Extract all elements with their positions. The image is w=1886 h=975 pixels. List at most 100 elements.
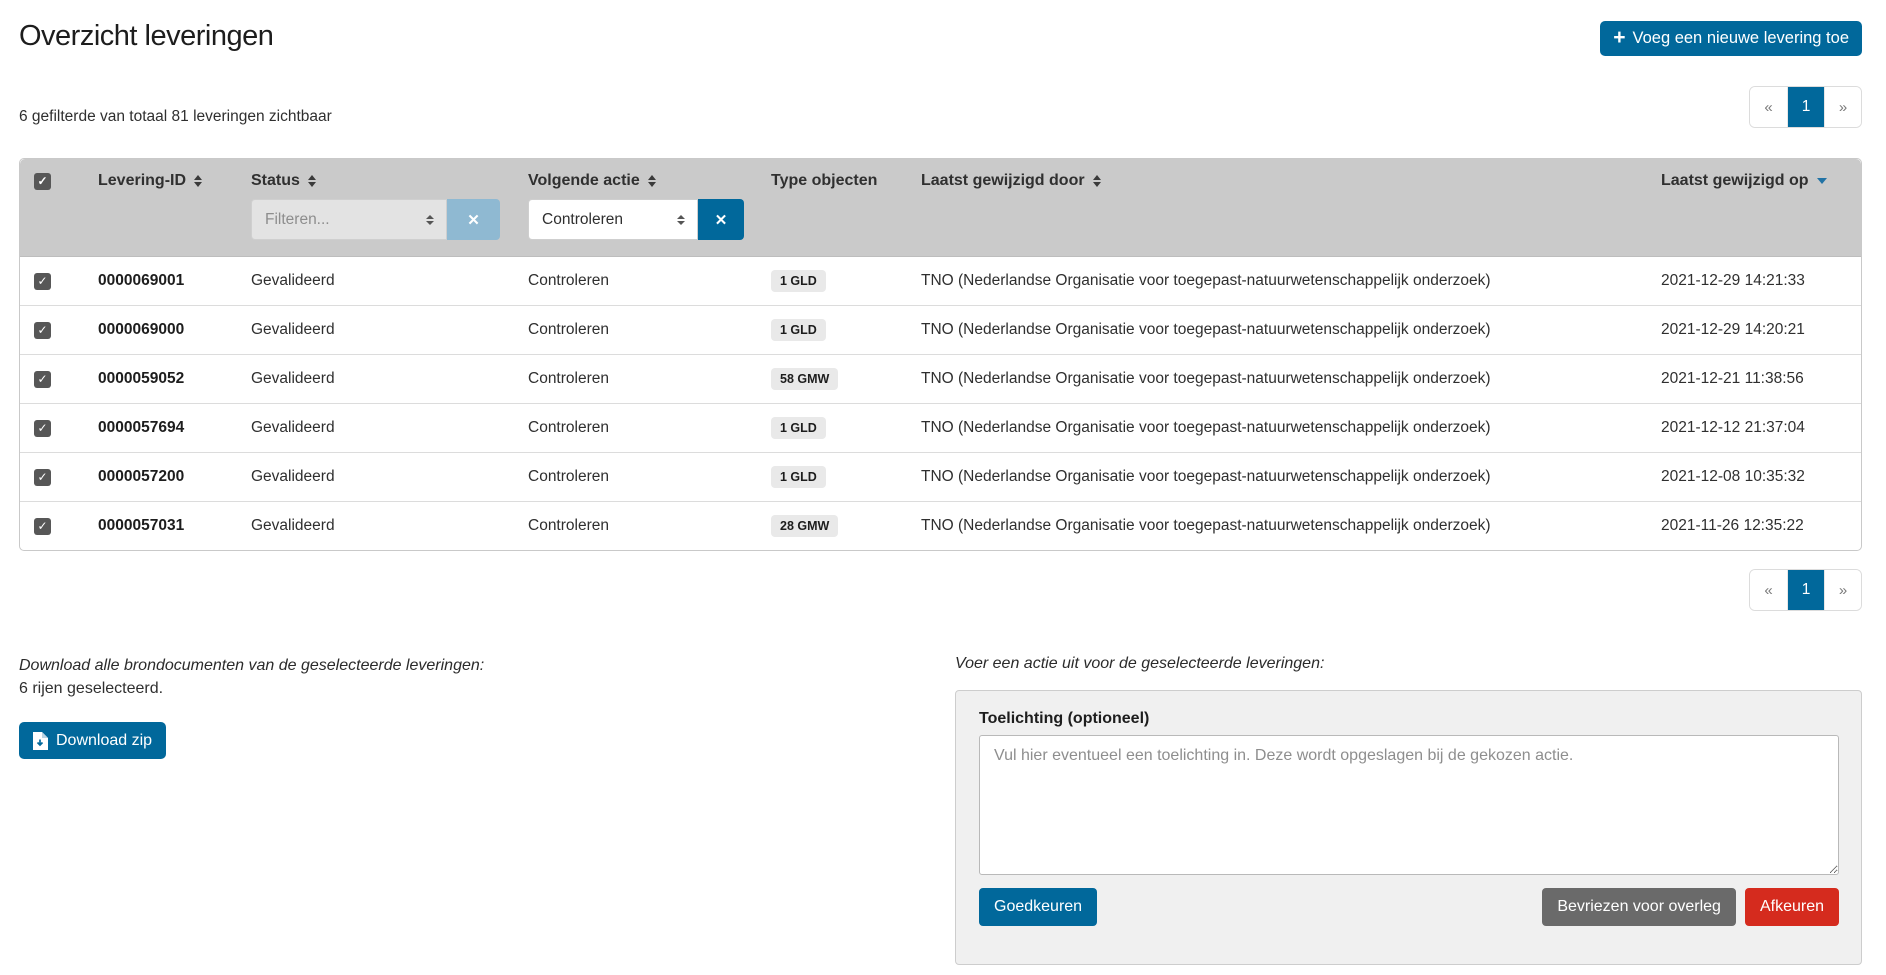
pagination-bottom: « 1 »: [1749, 569, 1862, 611]
volgende-actie-filter-value: Controleren: [542, 211, 623, 229]
status-cell: Gevalideerd: [231, 256, 508, 305]
sort-icon: [1093, 175, 1101, 187]
pagination-prev-button[interactable]: «: [1750, 87, 1787, 127]
laatst-gewijzigd-op-cell: 2021-12-21 11:38:56: [1641, 354, 1861, 403]
page-header: Overzicht leveringen + Voeg een nieuwe l…: [19, 16, 1862, 56]
volgende-actie-cell: Controleren: [508, 354, 751, 403]
bottom-section: Download alle brondocumenten van de gese…: [19, 655, 1862, 965]
row-checkbox[interactable]: ✓: [34, 518, 51, 535]
check-icon: ✓: [37, 324, 47, 336]
volgende-actie-filter-select[interactable]: Controleren: [528, 199, 698, 240]
check-icon: ✓: [37, 275, 47, 287]
header-type-objecten-label: Type objecten: [771, 172, 877, 190]
row-checkbox[interactable]: ✓: [34, 322, 51, 339]
table-row: ✓ 0000059052 Gevalideerd Controleren 58 …: [20, 354, 1861, 403]
laatst-gewijzigd-op-cell: 2021-12-29 14:20:21: [1641, 305, 1861, 354]
select-all-header-cell: ✓: [20, 159, 78, 194]
sort-icon: [648, 175, 656, 187]
volgende-actie-cell: Controleren: [508, 403, 751, 452]
sort-descending-icon: [1817, 178, 1827, 184]
status-filter-placeholder: Filteren...: [265, 211, 330, 229]
select-all-checkbox[interactable]: ✓: [34, 173, 51, 190]
header-type-objecten: Type objecten: [751, 159, 901, 194]
laatst-gewijzigd-op-cell: 2021-12-08 10:35:32: [1641, 452, 1861, 501]
table-row: ✓ 0000057031 Gevalideerd Controleren 28 …: [20, 501, 1861, 550]
check-icon: ✓: [37, 175, 47, 187]
type-objecten-badge: 1 GLD: [771, 270, 826, 292]
type-objecten-badge: 1 GLD: [771, 417, 826, 439]
toelichting-textarea[interactable]: [979, 735, 1839, 875]
download-zip-button[interactable]: Download zip: [19, 722, 166, 759]
close-icon: ✕: [467, 212, 480, 229]
action-instruction: Voer een actie uit voor de geselecteerde…: [955, 655, 1862, 673]
add-delivery-button[interactable]: + Voeg een nieuwe levering toe: [1600, 21, 1862, 56]
header-laatst-gewijzigd-door[interactable]: Laatst gewijzigd door: [901, 159, 1641, 194]
action-section: Voer een actie uit voor de geselecteerde…: [955, 655, 1862, 965]
action-panel: Toelichting (optioneel) Goedkeuren Bevri…: [955, 690, 1862, 965]
header-levering-id[interactable]: Levering-ID: [78, 159, 231, 194]
selected-count: 6 rijen geselecteerd.: [19, 680, 484, 698]
status-cell: Gevalideerd: [231, 305, 508, 354]
table-row: ✓ 0000057200 Gevalideerd Controleren 1 G…: [20, 452, 1861, 501]
select-arrows-icon: [426, 215, 434, 225]
chevron-left-icon: «: [1764, 582, 1772, 599]
header-laatst-gewijzigd-op-label: Laatst gewijzigd op: [1661, 172, 1809, 190]
status-filter-select[interactable]: Filteren...: [251, 199, 447, 240]
check-icon: ✓: [37, 471, 47, 483]
header-status[interactable]: Status: [231, 159, 508, 194]
close-icon: ✕: [715, 212, 728, 229]
header-volgende-actie-label: Volgende actie: [528, 172, 640, 190]
download-instruction: Download alle brondocumenten van de gese…: [19, 657, 484, 675]
status-cell: Gevalideerd: [231, 452, 508, 501]
table-filter-row: Filteren... ✕ Controleren ✕: [20, 194, 1861, 256]
header-volgende-actie[interactable]: Volgende actie: [508, 159, 751, 194]
row-checkbox[interactable]: ✓: [34, 469, 51, 486]
chevron-left-icon: «: [1764, 99, 1772, 116]
volgende-actie-cell: Controleren: [508, 452, 751, 501]
levering-id-cell[interactable]: 0000057200: [78, 452, 231, 501]
bevriezen-voor-overleg-button[interactable]: Bevriezen voor overleg: [1542, 888, 1736, 926]
volgende-actie-cell: Controleren: [508, 501, 751, 550]
laatst-gewijzigd-door-cell: TNO (Nederlandse Organisatie voor toegep…: [901, 501, 1641, 550]
header-laatst-gewijzigd-op[interactable]: Laatst gewijzigd op: [1641, 159, 1861, 194]
pagination-page-1[interactable]: 1: [1787, 87, 1824, 127]
pagination-next-button[interactable]: »: [1824, 87, 1861, 127]
chevron-right-icon: »: [1839, 99, 1847, 116]
pagination-bottom-row: « 1 »: [19, 569, 1862, 611]
check-icon: ✓: [37, 422, 47, 434]
goedkeuren-button[interactable]: Goedkeuren: [979, 888, 1097, 926]
status-cell: Gevalideerd: [231, 501, 508, 550]
status-filter-cell: Filteren... ✕: [231, 194, 508, 256]
levering-id-cell[interactable]: 0000069000: [78, 305, 231, 354]
laatst-gewijzigd-door-cell: TNO (Nederlandse Organisatie voor toegep…: [901, 305, 1641, 354]
afkeuren-button[interactable]: Afkeuren: [1745, 888, 1839, 926]
laatst-gewijzigd-door-cell: TNO (Nederlandse Organisatie voor toegep…: [901, 256, 1641, 305]
leveringen-table: ✓ Levering-ID Status Volgende actie Type…: [19, 158, 1862, 551]
header-laatst-gewijzigd-door-label: Laatst gewijzigd door: [921, 172, 1085, 190]
levering-id-cell[interactable]: 0000057694: [78, 403, 231, 452]
pagination-page-1[interactable]: 1: [1787, 570, 1824, 610]
filter-summary: 6 gefilterde van totaal 81 leveringen zi…: [19, 108, 332, 128]
status-filter-clear-button[interactable]: ✕: [447, 199, 500, 240]
levering-id-cell[interactable]: 0000069001: [78, 256, 231, 305]
overzicht-leveringen-page: Overzicht leveringen + Voeg een nieuwe l…: [0, 0, 1886, 975]
pagination-prev-button[interactable]: «: [1750, 570, 1787, 610]
levering-id-cell[interactable]: 0000057031: [78, 501, 231, 550]
header-levering-id-label: Levering-ID: [98, 172, 186, 190]
pagination-top: « 1 »: [1749, 86, 1862, 128]
volgende-actie-cell: Controleren: [508, 256, 751, 305]
row-checkbox[interactable]: ✓: [34, 371, 51, 388]
pagination-next-button[interactable]: »: [1824, 570, 1861, 610]
row-checkbox[interactable]: ✓: [34, 273, 51, 290]
download-zip-button-label: Download zip: [56, 732, 152, 750]
header-status-label: Status: [251, 172, 300, 190]
select-arrows-icon: [677, 215, 685, 225]
laatst-gewijzigd-door-cell: TNO (Nederlandse Organisatie voor toegep…: [901, 403, 1641, 452]
download-section: Download alle brondocumenten van de gese…: [19, 655, 484, 759]
chevron-right-icon: »: [1839, 582, 1847, 599]
volgende-actie-filter-clear-button[interactable]: ✕: [698, 199, 744, 240]
levering-id-cell[interactable]: 0000059052: [78, 354, 231, 403]
laatst-gewijzigd-op-cell: 2021-12-12 21:37:04: [1641, 403, 1861, 452]
toelichting-label: Toelichting (optioneel): [979, 710, 1839, 728]
row-checkbox[interactable]: ✓: [34, 420, 51, 437]
